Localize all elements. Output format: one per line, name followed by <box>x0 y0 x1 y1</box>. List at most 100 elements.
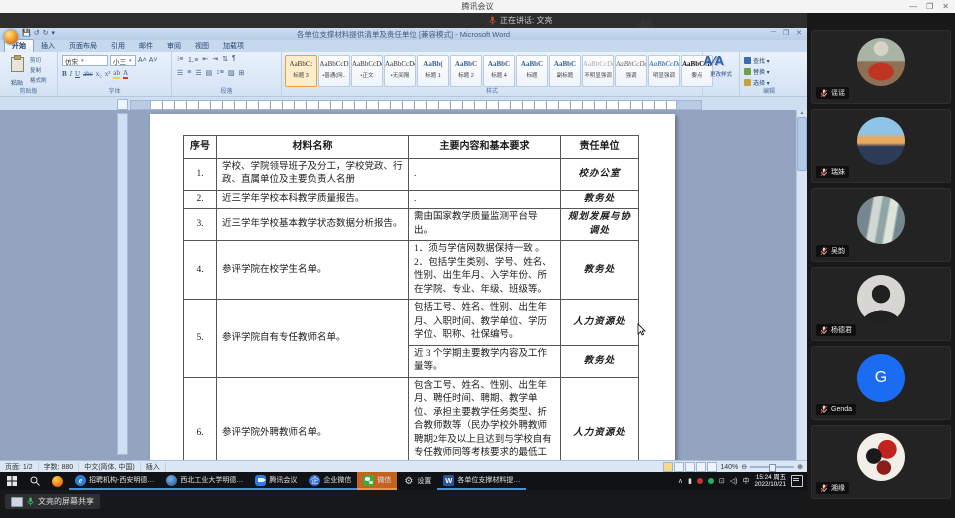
taskbar-item-firefox[interactable] <box>46 472 69 490</box>
display-icon[interactable]: ⊡ <box>719 477 725 485</box>
ribbon-tab-插入[interactable]: 插入 <box>34 40 62 52</box>
horizontal-ruler[interactable] <box>0 96 807 111</box>
taskbar-item-ie[interactable]: e招聘机构-西安明德… <box>69 472 160 490</box>
taskbar-item-start[interactable] <box>0 472 23 490</box>
borders-icon[interactable]: ⊞ <box>239 69 245 77</box>
participant-tile[interactable]: 瑞妹 <box>811 109 951 183</box>
tray-expand-icon[interactable]: ∧ <box>678 477 683 485</box>
word-minimize-button[interactable]: ─ <box>771 29 776 37</box>
scroll-up-icon[interactable]: ▲ <box>800 110 805 116</box>
vertical-scrollbar[interactable]: ▲ <box>796 110 807 460</box>
style-chip[interactable]: AaBb(标题 1 <box>417 55 449 87</box>
insert-mode-indicator[interactable]: 插入 <box>141 462 166 472</box>
align-left-icon[interactable]: ☰ <box>177 69 183 77</box>
justify-icon[interactable]: ▤ <box>206 69 213 77</box>
style-chip[interactable]: AaBbC标题 2 <box>450 55 482 87</box>
taskbar-item-wecom[interactable]: 企企业微信 <box>303 472 357 490</box>
ribbon-tab-审阅[interactable]: 审阅 <box>160 40 188 52</box>
participant-tile[interactable]: GGenda <box>811 346 951 420</box>
change-styles-button[interactable]: 更改样式 <box>703 70 739 78</box>
editing-替换-button[interactable]: 替换 ▾ <box>744 67 770 76</box>
copy-button[interactable]: 复制 <box>30 66 47 74</box>
superscript-button[interactable]: x² <box>105 70 111 78</box>
bold-button[interactable]: B <box>62 70 67 78</box>
style-chip[interactable]: AaBbCcDd明显强调 <box>648 55 680 87</box>
style-chip[interactable]: AaBbC标题 <box>516 55 548 87</box>
subscript-button[interactable]: x₂ <box>96 70 102 78</box>
clock[interactable]: 15:24 周五2022/10/21 <box>754 474 786 488</box>
participant-tile[interactable]: 吴韵 <box>811 188 951 262</box>
word-count[interactable]: 字数: 880 <box>39 462 80 472</box>
italic-button[interactable]: I <box>70 70 72 78</box>
shading-icon[interactable]: ▨ <box>228 69 235 77</box>
cut-button[interactable]: 剪切 <box>30 56 47 64</box>
font-color-button[interactable]: A <box>123 69 128 79</box>
redo-icon[interactable]: ↻ <box>43 29 49 37</box>
taskbar-item-search[interactable] <box>23 472 46 490</box>
line-spacing-icon[interactable]: ↕≡ <box>216 69 224 77</box>
scrollbar-thumb[interactable] <box>797 117 807 171</box>
maximize-button[interactable]: ❐ <box>926 2 933 11</box>
tray-green-icon[interactable] <box>708 478 714 484</box>
taskbar-item-wechat[interactable]: 微信 <box>357 472 397 490</box>
highlight-color-button[interactable]: ab <box>113 69 120 79</box>
view-mode-buttons[interactable] <box>663 462 717 472</box>
align-right-icon[interactable]: ☰ <box>195 69 201 77</box>
ribbon-tab-加载项[interactable]: 加载项 <box>216 40 251 52</box>
undo-icon[interactable]: ↺ <box>34 29 40 37</box>
battery-icon[interactable]: ▮ <box>688 477 692 485</box>
style-chip[interactable]: AaBbC:标题 3 <box>285 55 317 87</box>
ime-indicator[interactable]: 中 <box>742 476 749 486</box>
page-indicator[interactable]: 页面: 1/2 <box>0 462 39 472</box>
taskbar-item-gear[interactable]: ⚙设置 <box>397 472 437 490</box>
tray-red-icon[interactable] <box>697 478 703 484</box>
style-chip[interactable]: AaBbCcDd•正文 <box>351 55 383 87</box>
qat-dropdown-icon[interactable]: ▾ <box>51 29 55 37</box>
ribbon-tab-页面布局[interactable]: 页面布局 <box>62 40 104 52</box>
taskbar-item-tm[interactable]: 腾讯会议 <box>249 472 303 490</box>
zoom-slider[interactable] <box>750 466 794 468</box>
style-chip[interactable]: AaBbC标题 4 <box>483 55 515 87</box>
font-name-select[interactable]: 仿宋▾ <box>62 55 108 66</box>
zoom-out-icon[interactable]: ⊖ <box>741 463 747 471</box>
close-button[interactable]: ✕ <box>942 2 949 11</box>
sort-icon[interactable]: ⇅ <box>222 55 228 65</box>
format-painter-button[interactable]: 格式刷 <box>30 76 47 84</box>
ribbon-tab-邮件[interactable]: 邮件 <box>132 40 160 52</box>
word-close-button[interactable]: ✕ <box>796 29 802 37</box>
taskbar-item-word[interactable]: W各单位支撑材料提… <box>437 472 526 490</box>
language-indicator[interactable]: 中文(简体, 中国) <box>79 462 141 472</box>
style-chip[interactable]: AaBbCcDd强调 <box>615 55 647 87</box>
office-button[interactable] <box>3 29 19 45</box>
ribbon-tab-视图[interactable]: 视图 <box>188 40 216 52</box>
align-center-icon[interactable]: ≡ <box>187 69 191 77</box>
notification-icon[interactable] <box>791 475 803 487</box>
decrease-indent-icon[interactable]: ⇤ <box>202 55 208 65</box>
volume-icon[interactable]: ◁) <box>730 477 738 485</box>
paste-button[interactable]: 粘贴 <box>5 55 29 87</box>
numbering-icon[interactable]: ⒈≡ <box>187 55 198 65</box>
taskbar-item-appblue[interactable]: 西北工业大学明德… <box>160 472 249 490</box>
minimize-button[interactable]: — <box>909 2 917 11</box>
grow-font-icon[interactable]: A˄ <box>138 57 147 64</box>
increase-indent-icon[interactable]: ⇥ <box>212 55 218 65</box>
pilcrow-icon[interactable]: ¶ <box>232 55 236 65</box>
style-chip[interactable]: AaBbCcD•普通(网.. <box>318 55 350 87</box>
zoom-in-icon[interactable]: ⊕ <box>797 463 803 471</box>
document-page[interactable]: 序号材料名称主要内容和基本要求责任单位1.学校、学院领导班子及分工，学校党政、行… <box>150 114 675 460</box>
vertical-ruler[interactable] <box>117 113 128 455</box>
editing-查找-button[interactable]: 查找 ▾ <box>744 56 770 65</box>
style-chip[interactable]: AaBbCcDd•无间隔 <box>384 55 416 87</box>
style-chip[interactable]: AaBbC副标题 <box>549 55 581 87</box>
participant-tile[interactable]: 谣谣 <box>811 30 951 104</box>
bullets-icon[interactable]: ⁝≡ <box>177 55 183 65</box>
tab-selector[interactable] <box>117 99 128 110</box>
save-icon[interactable]: 💾 <box>22 29 31 37</box>
word-restore-button[interactable]: ❐ <box>783 29 789 37</box>
ribbon-tab-引用[interactable]: 引用 <box>104 40 132 52</box>
style-chip[interactable]: AaBbCcDd不明显强调 <box>582 55 614 87</box>
participant-tile[interactable]: 杨德君 <box>811 267 951 341</box>
underline-button[interactable]: U <box>75 70 80 78</box>
zoom-level[interactable]: 140% <box>720 464 738 471</box>
shrink-font-icon[interactable]: A˅ <box>149 57 158 64</box>
